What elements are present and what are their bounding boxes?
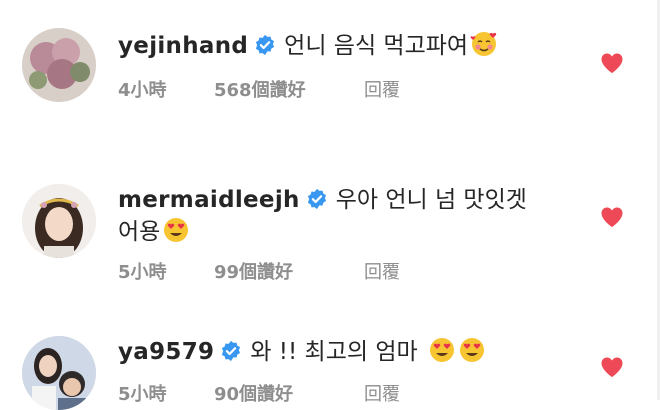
comment-text-line1: 우아 언니 넘 맛잇겟 — [335, 187, 527, 213]
heart-eyes-emoji — [458, 336, 486, 364]
comment-likes[interactable]: 568個讚好 — [214, 76, 364, 102]
avatar-ya9579[interactable] — [22, 336, 96, 410]
comment-likes[interactable]: 99個讚好 — [214, 258, 364, 284]
verified-badge-icon — [254, 34, 276, 56]
comment-text-line2: 어용 — [118, 219, 161, 245]
verified-badge-icon — [306, 188, 328, 210]
comment-likes[interactable]: 90個讚好 — [214, 380, 364, 406]
comment-username[interactable]: mermaidleejh — [118, 187, 300, 213]
comment-text: 언니 음식 먹고파여 — [284, 33, 469, 59]
reply-button[interactable]: 回覆 — [364, 258, 400, 284]
verified-badge-icon — [220, 340, 242, 362]
comment-username[interactable]: yejinhand — [118, 33, 248, 59]
comment-username[interactable]: ya9579 — [118, 339, 214, 365]
reply-button[interactable]: 回覆 — [364, 380, 400, 406]
heart-eyes-emoji — [162, 216, 190, 244]
heart-eyes-emoji — [428, 336, 456, 364]
heart-icon[interactable] — [600, 52, 624, 74]
avatar-yejinhand[interactable] — [22, 28, 96, 102]
heart-icon[interactable] — [600, 206, 624, 228]
comment-time: 5小時 — [118, 262, 167, 283]
reply-button[interactable]: 回覆 — [364, 76, 400, 102]
comment-text: 와 !! 최고의 엄마 — [250, 339, 418, 365]
smiling-face-with-hearts-emoji — [470, 30, 498, 58]
heart-icon[interactable] — [600, 356, 624, 378]
comment-time: 4小時 — [118, 80, 167, 101]
avatar-mermaidleejh[interactable] — [22, 184, 96, 258]
comment-time: 5小時 — [118, 384, 167, 405]
